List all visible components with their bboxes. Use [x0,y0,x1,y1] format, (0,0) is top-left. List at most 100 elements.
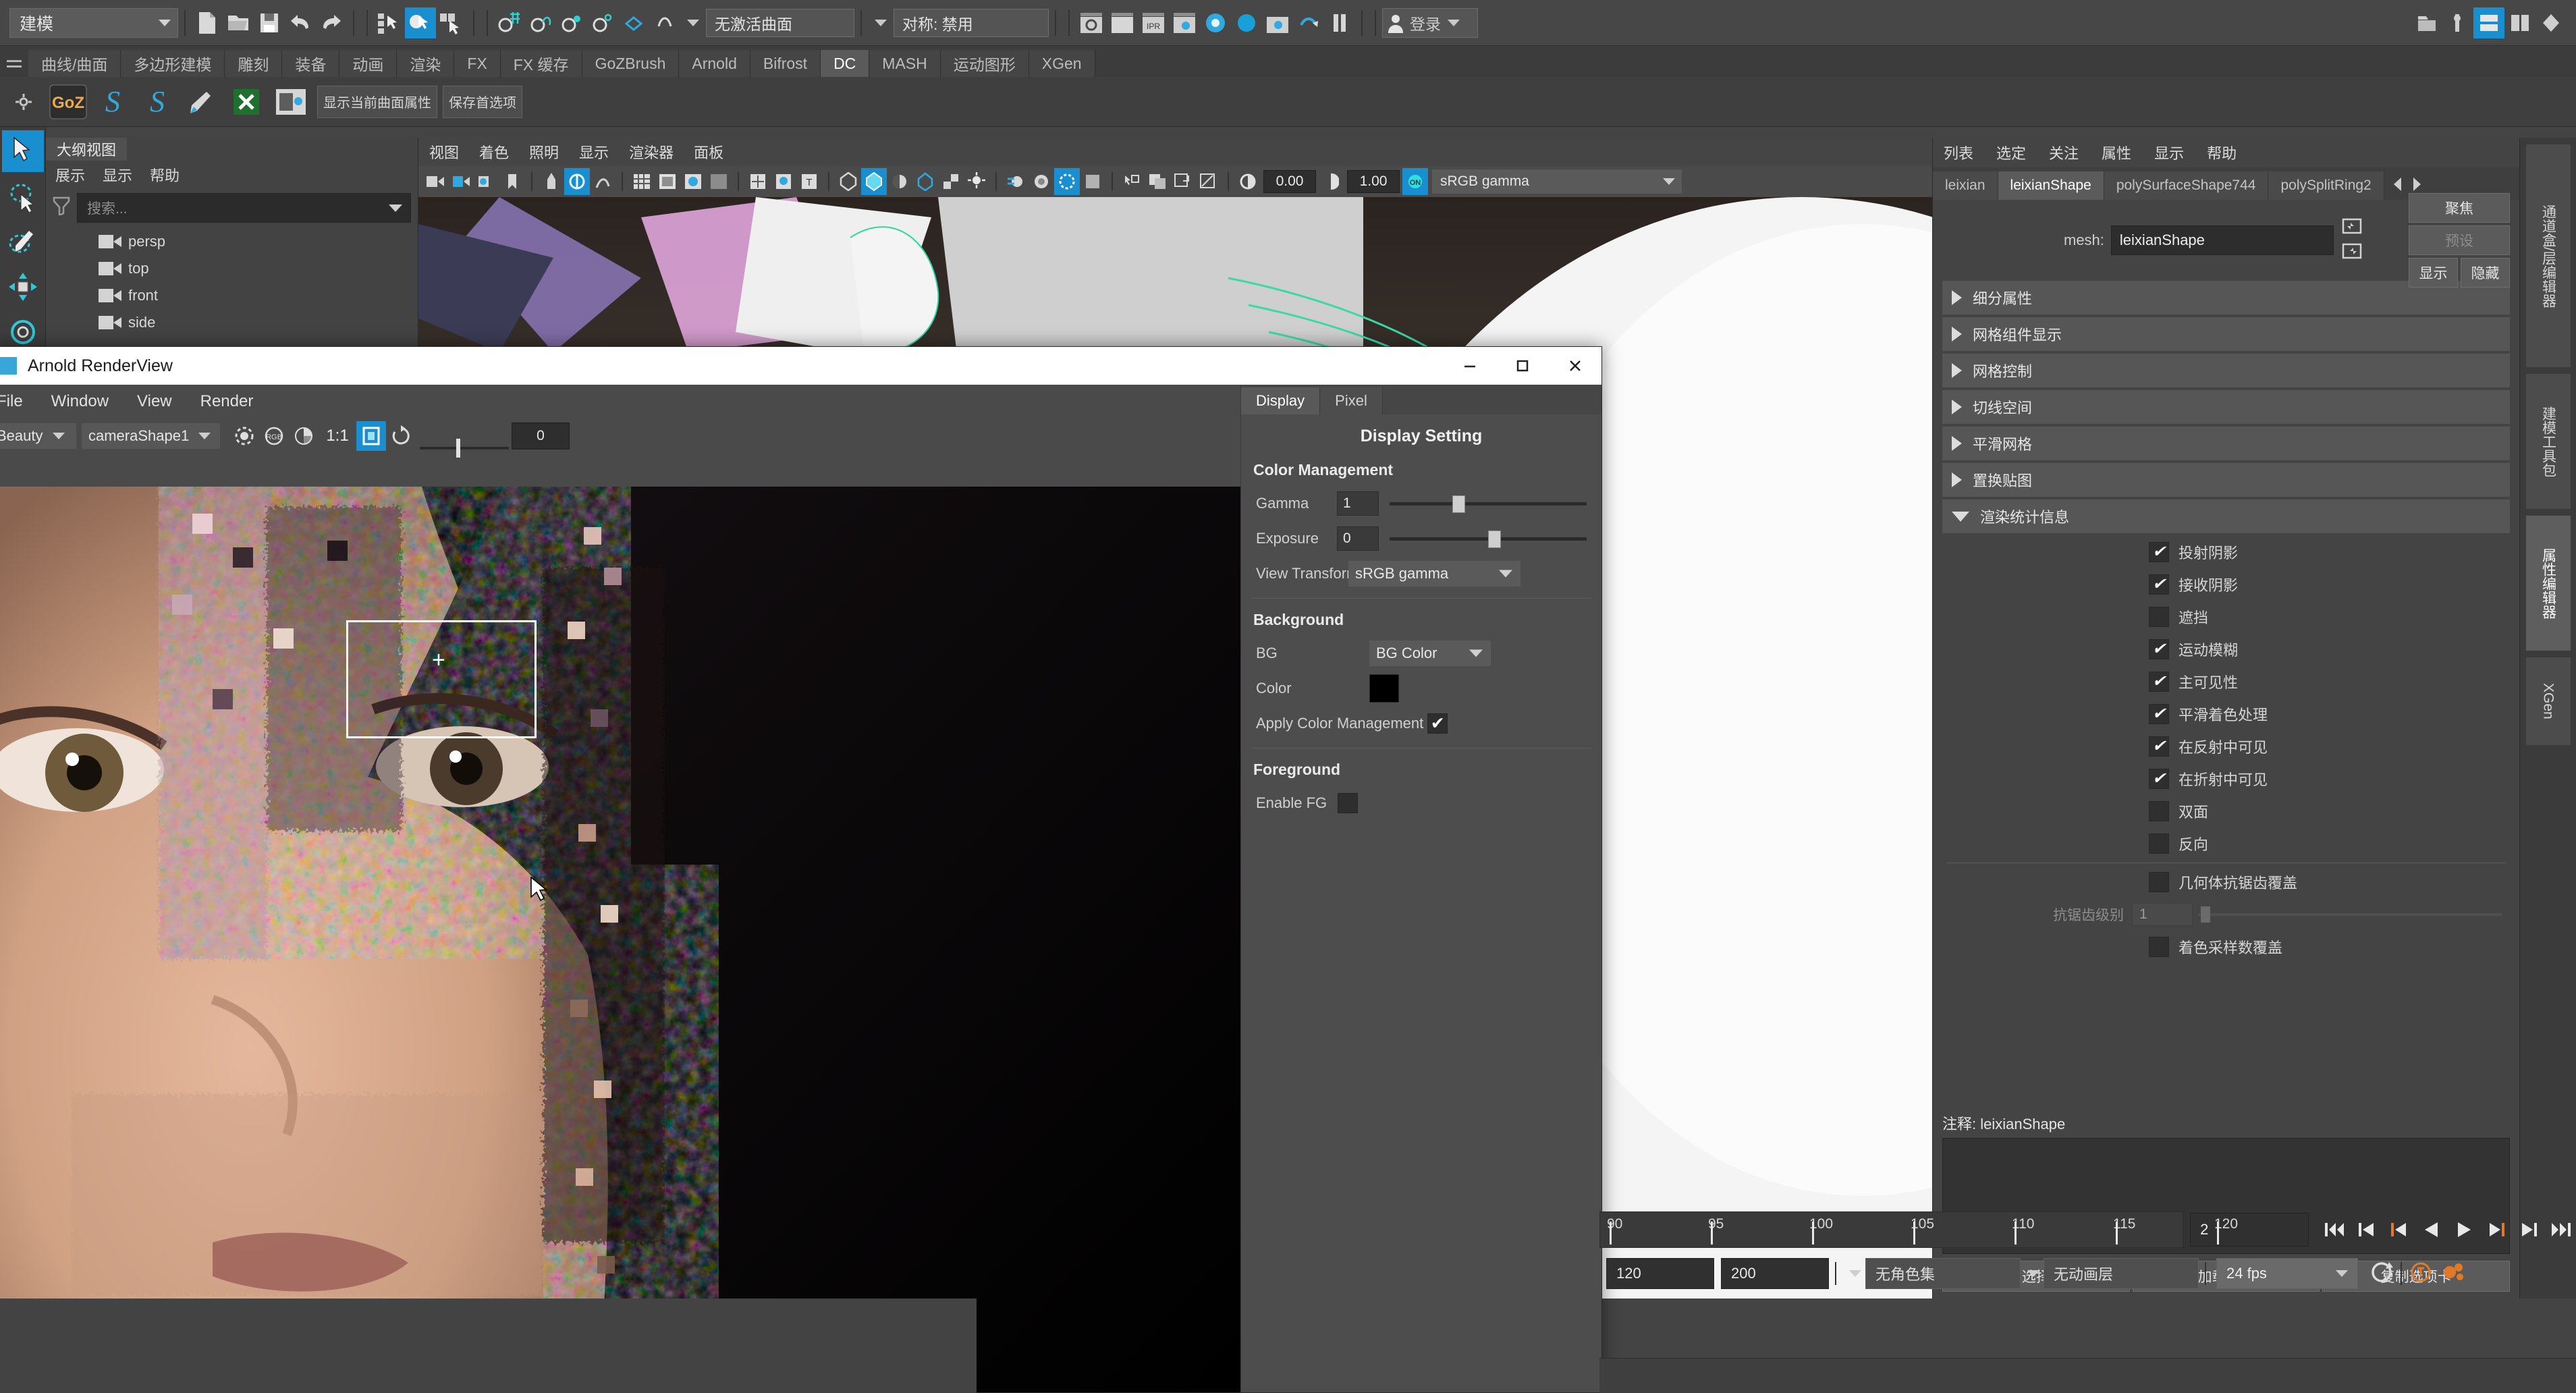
section-mesh-controls[interactable]: 网格控制 [1942,354,2510,387]
shade-options-icon[interactable] [706,168,732,195]
preset-button[interactable]: 预设 [2409,225,2510,255]
shelf-tab-4[interactable]: 动画 [339,50,398,77]
aov-selector[interactable]: Beauty [0,423,76,449]
show-current-surface-attrs-button[interactable]: 显示当前曲面属性 [317,85,437,118]
apply-color-management-checkbox[interactable] [1427,713,1448,734]
layout-single-icon[interactable] [2473,7,2504,38]
layout-four-icon[interactable] [2536,7,2567,38]
chevron-down-icon[interactable] [1448,19,1460,26]
aa-level-slider[interactable] [2198,903,2502,926]
render-view-icon[interactable] [1231,7,1262,38]
shadows-icon[interactable] [912,168,938,195]
section-displacement-map[interactable]: 置换贴图 [1942,463,2510,497]
undo-button[interactable] [285,7,316,38]
anim-layer-dropdown-icon[interactable] [2027,1270,2039,1277]
grease-pencil-icon[interactable] [539,168,564,195]
tab-pixel[interactable]: Pixel [1320,387,1383,414]
animation-start-field[interactable]: 120 [1606,1258,1714,1289]
arnold-menu-render[interactable]: Render [200,392,254,411]
node-tab-polySurfaceShape744[interactable]: polySurfaceShape744 [2104,171,2269,200]
smooth-shade-icon[interactable] [680,168,706,195]
step-back-key-button[interactable] [2352,1214,2382,1245]
lock-camera-icon[interactable] [448,168,474,195]
shelf-tab-13[interactable]: 运动图形 [940,50,1029,77]
arnold-renderview-window[interactable]: Arnold RenderView File Window View Rende… [0,346,1602,1393]
shelf-tab-2[interactable]: 雕刻 [225,50,283,77]
snap-to-grid-icon[interactable] [494,7,525,38]
node-tab-leixianShape[interactable]: leixianShape [1998,171,2104,200]
stat-smooth-shading[interactable]: 平滑着色处理 [1933,698,2519,730]
attr-menu-attributes[interactable]: 属性 [2102,142,2131,163]
step-back-frame-button[interactable] [2384,1214,2414,1245]
stat-visible-in-refractions[interactable]: 在折射中可见 [1933,763,2519,795]
viewport-menu-renderer[interactable]: 渲染器 [629,141,674,163]
tear-off-copy-icon[interactable] [1170,168,1196,195]
snap-to-view-plane-icon[interactable] [618,7,649,38]
minimize-button[interactable] [1444,347,1496,385]
current-frame-field[interactable]: 2 [2190,1213,2309,1247]
stat-double-sided[interactable]: 双面 [1933,795,2519,827]
pause-icon[interactable] [1324,7,1355,38]
use-default-material-icon[interactable] [771,168,796,195]
viewport-menu-lighting[interactable]: 照明 [529,141,559,163]
shelf-tab-14[interactable]: XGen [1029,50,1095,77]
menu-set-selector[interactable]: 建模 [9,7,178,38]
rgb-channel-icon[interactable]: RGB [259,421,289,451]
exposure-slider[interactable] [1390,526,1587,551]
gpu-cache-icon[interactable] [590,168,615,195]
render-settings-icon[interactable] [1169,7,1200,38]
duplicate-view-icon[interactable] [1145,168,1170,195]
make-live-icon[interactable] [649,7,680,38]
attr-menu-focus[interactable]: 关注 [2049,142,2079,163]
input-connection-icon[interactable] [2342,217,2362,238]
outliner-menu-help[interactable]: 帮助 [150,164,180,186]
exposure-value[interactable]: 0.00 [1263,170,1316,193]
loop-icon[interactable] [2369,1261,2394,1287]
output-connection-icon[interactable] [2342,242,2362,263]
attr-menu-list[interactable]: 列表 [1944,142,1973,163]
delete-history-icon[interactable] [225,80,267,124]
motion-blur-icon[interactable] [1003,168,1029,195]
select-by-component-button[interactable] [436,7,467,38]
open-scene-button[interactable] [223,7,254,38]
bookmark-icon[interactable] [499,168,525,195]
shelf-tab-7[interactable]: FX 缓存 [500,50,582,77]
color-transform-selector[interactable]: sRGB gamma [1432,169,1682,194]
new-scene-button[interactable] [192,7,223,38]
select-by-hierarchy-button[interactable] [374,7,405,38]
image-plane-icon[interactable] [564,168,590,195]
brush-tool-icon[interactable] [181,80,223,124]
command-line-bar[interactable] [1599,1358,2576,1393]
section-mesh-component-display[interactable]: 网格组件显示 [1942,317,2510,351]
mesh-name-input[interactable]: leixianShape [2110,225,2334,255]
render-region-icon[interactable] [1262,7,1293,38]
enable-fg-checkbox[interactable] [1338,793,1359,813]
refresh-render-icon[interactable] [386,421,416,451]
shelf-tab-9[interactable]: Arnold [679,50,750,77]
anti-alias-icon[interactable] [1054,168,1080,195]
isolate-aov-icon[interactable] [229,421,259,451]
select-camera-icon[interactable] [422,168,448,195]
show-button[interactable]: 显示 [2409,258,2458,288]
vtab-channel-box[interactable]: 通道盒/层编辑器 [2525,144,2571,367]
bg-color-swatch[interactable] [1369,674,1399,703]
ipr-render-icon[interactable]: IPR [1138,7,1169,38]
move-tool-button[interactable] [2,266,44,308]
stat-receive-shadows[interactable]: 接收阴影 [1933,568,2519,601]
step-forward-frame-button[interactable] [2482,1214,2511,1245]
go-to-start-button[interactable] [2320,1214,2349,1245]
hide-button[interactable]: 隐藏 [2461,258,2510,288]
wireframe-on-shaded-icon[interactable] [655,168,680,195]
outliner-item-persp[interactable]: persp [46,228,418,255]
stat-occlusion[interactable]: 遮挡 [1933,601,2519,633]
shelf-tab-6[interactable]: FX [454,50,501,77]
select-tool-button[interactable] [1,130,44,172]
chevron-down-icon[interactable] [389,204,402,212]
viewport-menu-panels[interactable]: 面板 [694,141,723,163]
attr-menu-show[interactable]: 显示 [2154,142,2184,163]
section-tangent-space[interactable]: 切线空间 [1942,390,2510,424]
render-sequence-icon[interactable] [1107,7,1138,38]
step-forward-key-button[interactable] [2514,1214,2544,1245]
shelf-tab-8[interactable]: GoZBrush [582,50,680,77]
stat-primary-visibility[interactable]: 主可见性 [1933,665,2519,698]
